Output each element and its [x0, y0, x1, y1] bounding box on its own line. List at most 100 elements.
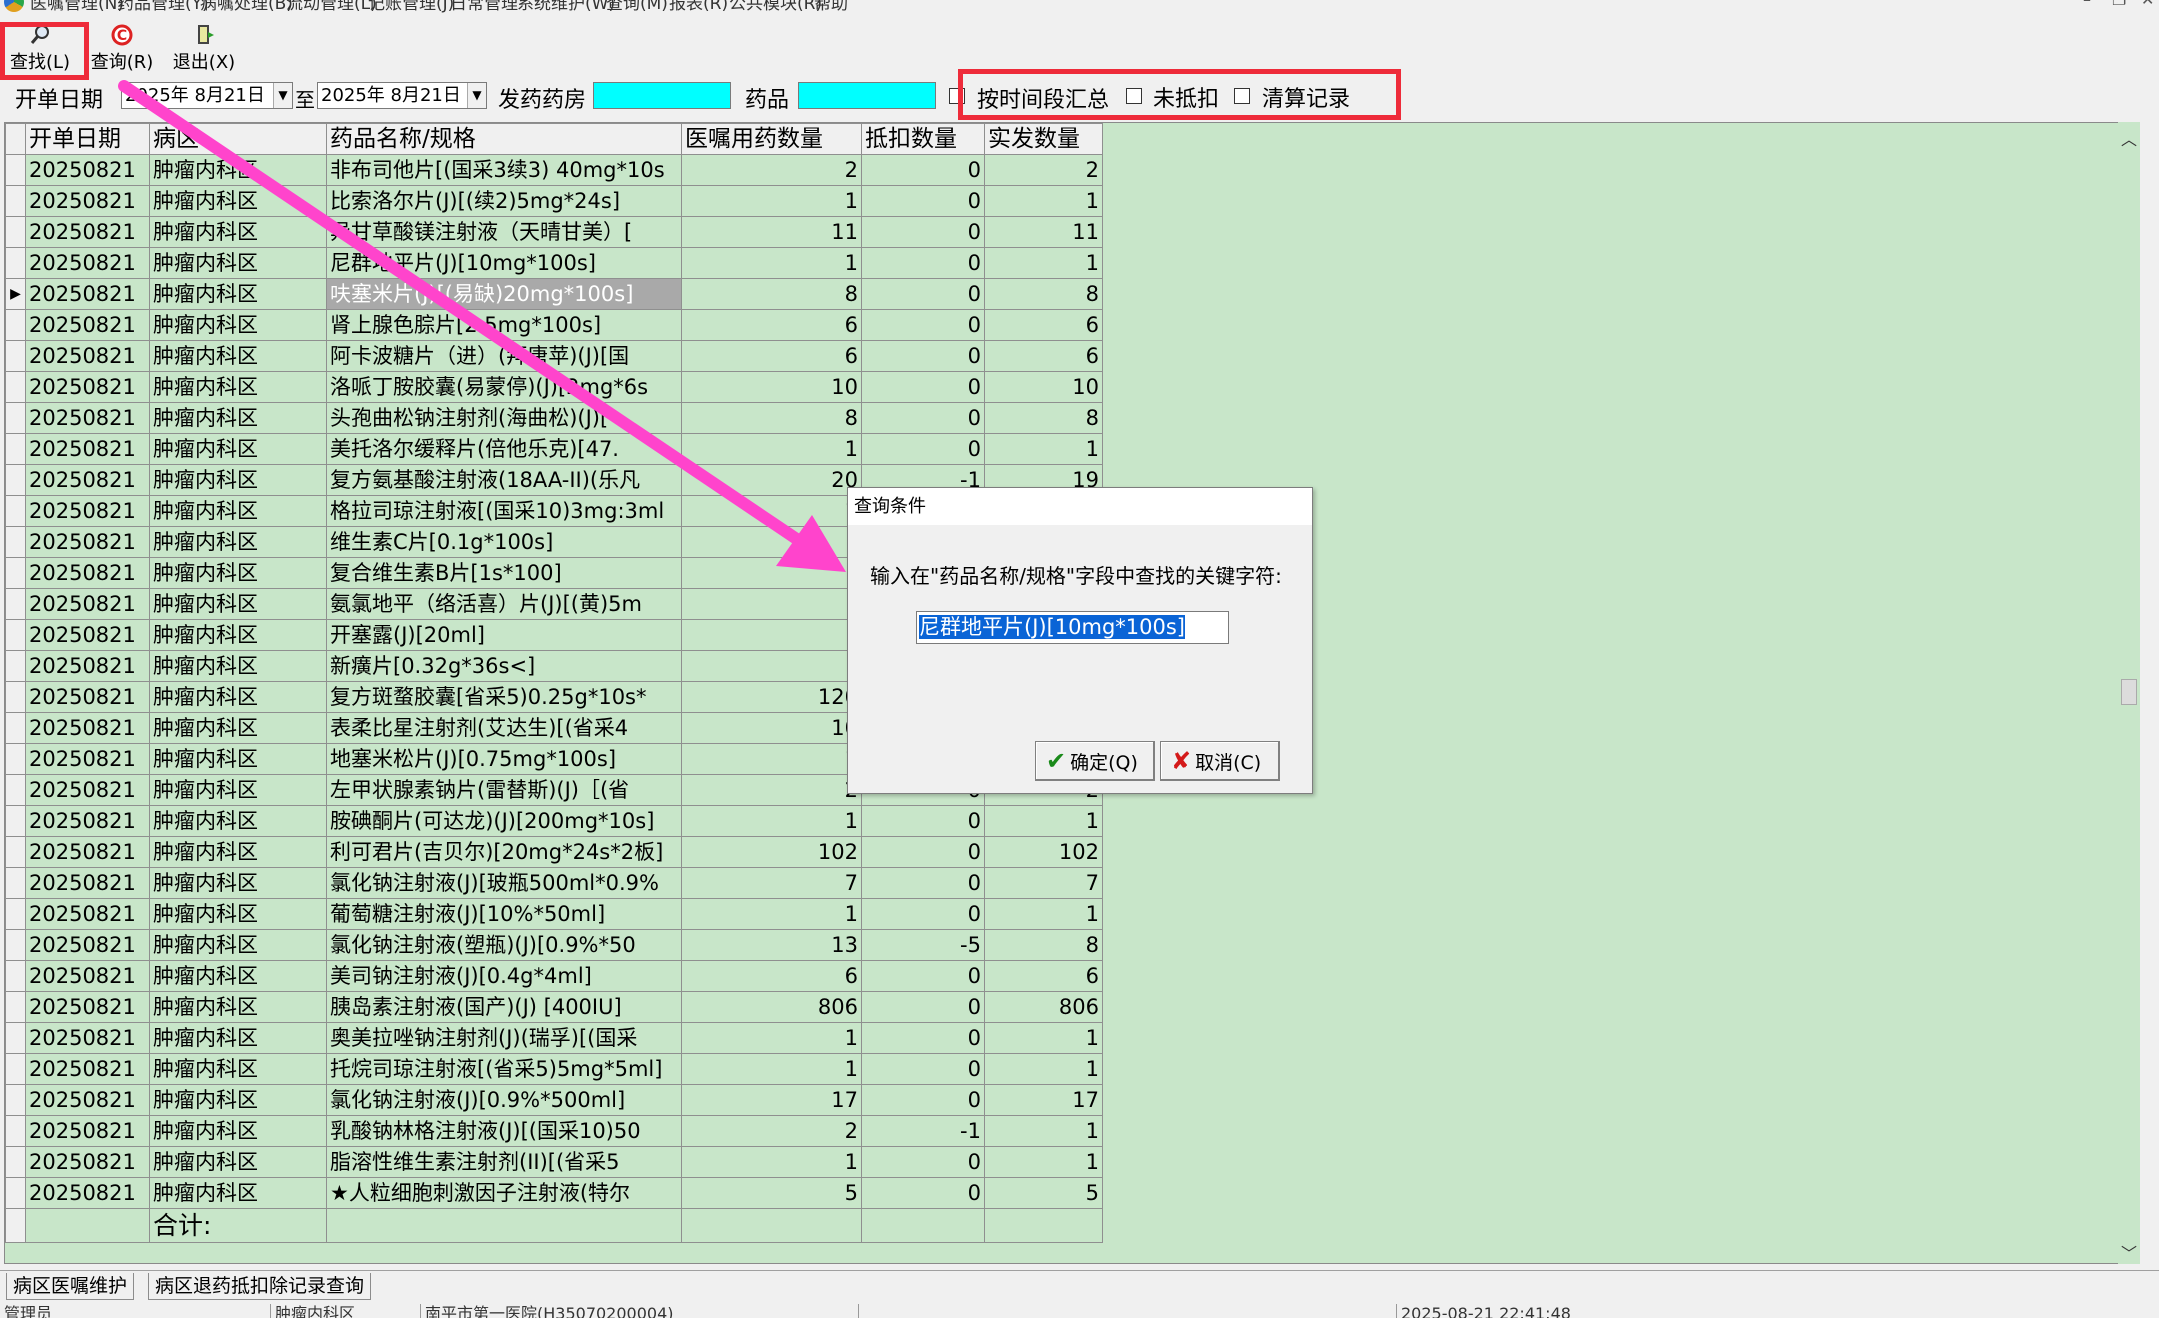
row-indicator[interactable]: [5, 1146, 26, 1178]
vertical-scrollbar[interactable]: ︿ ﹀: [2118, 122, 2140, 1264]
table-cell[interactable]: 20250821: [25, 681, 150, 713]
table-cell[interactable]: 17: [681, 1084, 862, 1116]
table-cell[interactable]: 806: [681, 991, 862, 1023]
table-cell[interactable]: 复方斑蝥胶囊[省采5)0.25g*10s*: [326, 681, 682, 713]
table-cell[interactable]: 0: [861, 433, 985, 465]
table-cell[interactable]: 肿瘤内科区: [149, 1115, 327, 1147]
table-cell[interactable]: 20250821: [25, 588, 150, 620]
current-row-pointer-icon[interactable]: ▶: [5, 278, 26, 310]
table-cell[interactable]: 1: [984, 1115, 1103, 1147]
table-cell[interactable]: 新癀片[0.32g*36s<]: [326, 650, 682, 682]
row-indicator[interactable]: [5, 588, 26, 620]
table-cell[interactable]: 0: [861, 1146, 985, 1178]
table-row[interactable]: 20250821 肿瘤内科区 胺碘酮片(可达龙)(J)[200mg*10s] 1 0 1: [5, 805, 1103, 837]
query-button[interactable]: C 查询(R): [88, 22, 156, 74]
table-cell[interactable]: 氯化钠注射液(J)[0.9%*500ml]: [326, 1084, 682, 1116]
table-cell[interactable]: 肿瘤内科区: [149, 278, 327, 310]
table-cell[interactable]: 肿瘤内科区: [149, 1022, 327, 1054]
table-cell[interactable]: 格拉司琼注射液[(国采10)3mg:3ml: [326, 495, 682, 527]
table-cell[interactable]: 1: [681, 185, 862, 217]
table-cell[interactable]: 13: [681, 929, 862, 961]
column-header[interactable]: 病区: [149, 123, 327, 155]
table-cell[interactable]: 1: [681, 247, 862, 279]
table-row[interactable]: 20250821 肿瘤内科区 美托洛尔缓释片(倍他乐克)[47. 1 0 1: [5, 433, 1103, 465]
table-row[interactable]: 20250821 肿瘤内科区 乳酸钠林格注射液(J)[(国采10)50 2 -1 1: [5, 1115, 1103, 1147]
table-cell[interactable]: 20250821: [25, 712, 150, 744]
column-header[interactable]: 抵扣数量: [861, 123, 985, 155]
drug-input[interactable]: [798, 82, 936, 109]
row-indicator[interactable]: [5, 1084, 26, 1116]
row-indicator[interactable]: [5, 619, 26, 651]
table-cell[interactable]: 7: [984, 867, 1103, 899]
row-indicator[interactable]: [5, 712, 26, 744]
table-cell[interactable]: 20250821: [25, 1115, 150, 1147]
table-cell[interactable]: 复合维生素B片[1s*100]: [326, 557, 682, 589]
table-cell[interactable]: 20250821: [25, 247, 150, 279]
date-from-picker[interactable]: 2025年 8月21日 ▼: [121, 82, 293, 109]
table-cell[interactable]: 肿瘤内科区: [149, 154, 327, 186]
table-row[interactable]: 20250821 肿瘤内科区 氯化钠注射液(J)[玻瓶500ml*0.9% 7 0 7: [5, 867, 1103, 899]
scroll-down-icon[interactable]: ﹀: [2118, 1240, 2140, 1264]
table-cell[interactable]: 20250821: [25, 340, 150, 372]
table-cell[interactable]: 10: [681, 371, 862, 403]
table-cell[interactable]: 0: [861, 154, 985, 186]
table-cell[interactable]: 1: [984, 1146, 1103, 1178]
table-cell[interactable]: 0: [861, 402, 985, 434]
tab-return-deduction-query[interactable]: 病区退药抵扣除记录查询: [148, 1273, 372, 1300]
table-cell[interactable]: 0: [861, 216, 985, 248]
table-cell[interactable]: 肿瘤内科区: [149, 526, 327, 558]
table-cell[interactable]: 8: [984, 929, 1103, 961]
row-indicator[interactable]: [5, 929, 26, 961]
scroll-thumb[interactable]: [2121, 679, 2137, 705]
table-row[interactable]: 20250821 肿瘤内科区 氯化钠注射液(J)[0.9%*500ml] 17 0 17: [5, 1084, 1103, 1116]
table-cell[interactable]: 0: [861, 371, 985, 403]
table-cell[interactable]: 0: [861, 1022, 985, 1054]
row-indicator[interactable]: [5, 557, 26, 589]
table-cell[interactable]: 肿瘤内科区: [149, 402, 327, 434]
table-cell[interactable]: 20250821: [25, 526, 150, 558]
table-cell[interactable]: -1: [861, 1115, 985, 1147]
table-cell[interactable]: 0: [861, 805, 985, 837]
row-indicator[interactable]: [5, 1115, 26, 1147]
table-cell[interactable]: 肿瘤内科区: [149, 650, 327, 682]
row-indicator[interactable]: [5, 867, 26, 899]
table-row[interactable]: 20250821 肿瘤内科区 氯化钠注射液(塑瓶)(J)[0.9%*50 13 -5 8: [5, 929, 1103, 961]
table-row[interactable]: 20250821 肿瘤内科区 洛哌丁胺胶囊(易蒙停)(J)[2mg*6s 10 0 10: [5, 371, 1103, 403]
table-cell[interactable]: 维生素C片[0.1g*100s]: [326, 526, 682, 558]
table-cell[interactable]: 20250821: [25, 371, 150, 403]
table-cell[interactable]: 异甘草酸镁注射液（天晴甘美）[: [326, 216, 682, 248]
table-cell[interactable]: 20250821: [25, 867, 150, 899]
chevron-down-icon[interactable]: ▼: [467, 83, 486, 108]
table-cell[interactable]: 20250821: [25, 991, 150, 1023]
table-row[interactable]: 20250821 肿瘤内科区 非布司他片[(国采3续3) 40mg*10s 2 0 2: [5, 154, 1103, 186]
row-indicator[interactable]: [5, 650, 26, 682]
table-cell[interactable]: 肿瘤内科区: [149, 185, 327, 217]
table-cell[interactable]: 1: [681, 1053, 862, 1085]
table-row[interactable]: 20250821 肿瘤内科区 比索洛尔片(J)[(续2)5mg*24s] 1 0 1: [5, 185, 1103, 217]
column-header[interactable]: 实发数量: [984, 123, 1103, 155]
table-row[interactable]: 20250821 肿瘤内科区 奥美拉唑钠注射剂(J)(瑞孚)[(国采 1 0 1: [5, 1022, 1103, 1054]
table-cell[interactable]: 葡萄糖注射液(J)[10%*50ml]: [326, 898, 682, 930]
table-cell[interactable]: 肿瘤内科区: [149, 743, 327, 775]
table-cell[interactable]: 2: [681, 774, 862, 806]
table-row[interactable]: 20250821 肿瘤内科区 头孢曲松钠注射剂(海曲松)(J)[8 0 8: [5, 402, 1103, 434]
table-cell[interactable]: 肿瘤内科区: [149, 557, 327, 589]
row-indicator[interactable]: [5, 371, 26, 403]
table-row[interactable]: 20250821 肿瘤内科区 利可君片(吉贝尔)[20mg*24s*2板] 102 0 1…: [5, 836, 1103, 868]
table-cell[interactable]: 1: [984, 898, 1103, 930]
table-cell[interactable]: 肿瘤内科区: [149, 588, 327, 620]
table-cell[interactable]: 乳酸钠林格注射液(J)[(国采10)50: [326, 1115, 682, 1147]
table-cell[interactable]: 1: [984, 1053, 1103, 1085]
table-cell[interactable]: 2: [681, 154, 862, 186]
table-cell[interactable]: 6: [984, 309, 1103, 341]
row-indicator[interactable]: [5, 991, 26, 1023]
table-cell[interactable]: 20250821: [25, 650, 150, 682]
table-cell[interactable]: 102: [984, 836, 1103, 868]
table-cell[interactable]: 20250821: [25, 929, 150, 961]
chevron-down-icon[interactable]: ▼: [273, 83, 292, 108]
menu-common[interactable]: 公共模块(R): [729, 0, 822, 14]
table-cell[interactable]: 肿瘤内科区: [149, 991, 327, 1023]
menu-accounting[interactable]: 记账管理(J): [368, 0, 454, 14]
settled-checkbox[interactable]: [1234, 88, 1250, 104]
table-row[interactable]: 20250821 肿瘤内科区 尼群地平片(J)[10mg*100s] 1 0 1: [5, 247, 1103, 279]
